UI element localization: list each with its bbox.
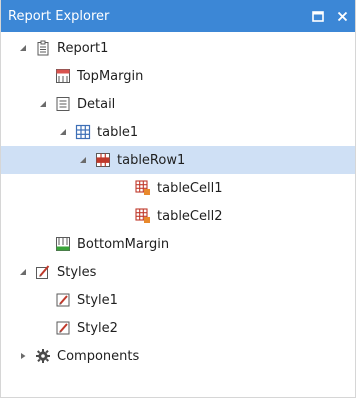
tree-node-label: TopMargin: [77, 68, 144, 84]
tree-node-components[interactable]: Components: [1, 342, 355, 370]
tree-node-label: Styles: [57, 264, 97, 280]
style-icon: [55, 292, 71, 308]
tree-node-label: Report1: [57, 40, 109, 56]
report-explorer-panel: Report Explorer Report1 TopMargin Detail…: [0, 0, 356, 398]
bottom-margin-icon: [55, 236, 71, 252]
tree-node-label: tableRow1: [117, 152, 186, 168]
expand-toggle[interactable]: [15, 348, 31, 364]
restore-window-icon: [312, 10, 324, 22]
tree-node-label: table1: [97, 124, 139, 140]
panel-title-bar: Report Explorer: [1, 0, 355, 32]
tree-node-label: Detail: [77, 96, 116, 112]
expand-toggle[interactable]: [15, 264, 31, 280]
top-margin-icon: [55, 68, 71, 84]
tree-node-table1[interactable]: table1: [1, 118, 355, 146]
tree-node-table-cell2[interactable]: tableCell2: [1, 202, 355, 230]
expand-toggle[interactable]: [35, 96, 51, 112]
collapsed-triangle-icon: [21, 353, 26, 359]
tree-node-label: tableCell1: [157, 180, 223, 196]
table-cell-icon: [135, 208, 151, 224]
gear-icon: [35, 348, 51, 364]
tree-node-style2[interactable]: Style2: [1, 314, 355, 342]
tree-node-label: Style2: [77, 320, 118, 336]
tree-node-report1[interactable]: Report1: [1, 34, 355, 62]
expand-toggle[interactable]: [55, 124, 71, 140]
tree-node-label: tableCell2: [157, 208, 223, 224]
tree-node-styles[interactable]: Styles: [1, 258, 355, 286]
close-button[interactable]: [331, 5, 353, 27]
restore-button[interactable]: [307, 5, 329, 27]
expanded-triangle-icon: [60, 129, 66, 135]
report-tree: Report1 TopMargin Detail table1 tableRow…: [1, 32, 355, 370]
table-row-icon: [95, 152, 111, 168]
close-x-icon: [337, 11, 347, 21]
expanded-triangle-icon: [20, 45, 26, 51]
tree-node-label: BottomMargin: [77, 236, 170, 252]
detail-band-icon: [55, 96, 71, 112]
style-icon: [55, 320, 71, 336]
styles-icon: [35, 264, 51, 280]
table-icon: [75, 124, 91, 140]
tree-node-bottom-margin[interactable]: BottomMargin: [1, 230, 355, 258]
tree-node-style1[interactable]: Style1: [1, 286, 355, 314]
tree-node-table-cell1[interactable]: tableCell1: [1, 174, 355, 202]
tree-node-label: Components: [57, 348, 140, 364]
tree-node-label: Style1: [77, 292, 118, 308]
expanded-triangle-icon: [40, 101, 46, 107]
expand-toggle[interactable]: [15, 40, 31, 56]
expanded-triangle-icon: [20, 269, 26, 275]
expanded-triangle-icon: [80, 157, 86, 163]
table-cell-icon: [135, 180, 151, 196]
tree-node-top-margin[interactable]: TopMargin: [1, 62, 355, 90]
report-icon: [35, 40, 51, 56]
tree-node-table-row1[interactable]: tableRow1: [1, 146, 355, 174]
expand-toggle[interactable]: [75, 152, 91, 168]
tree-node-detail[interactable]: Detail: [1, 90, 355, 118]
panel-title: Report Explorer: [8, 8, 110, 24]
